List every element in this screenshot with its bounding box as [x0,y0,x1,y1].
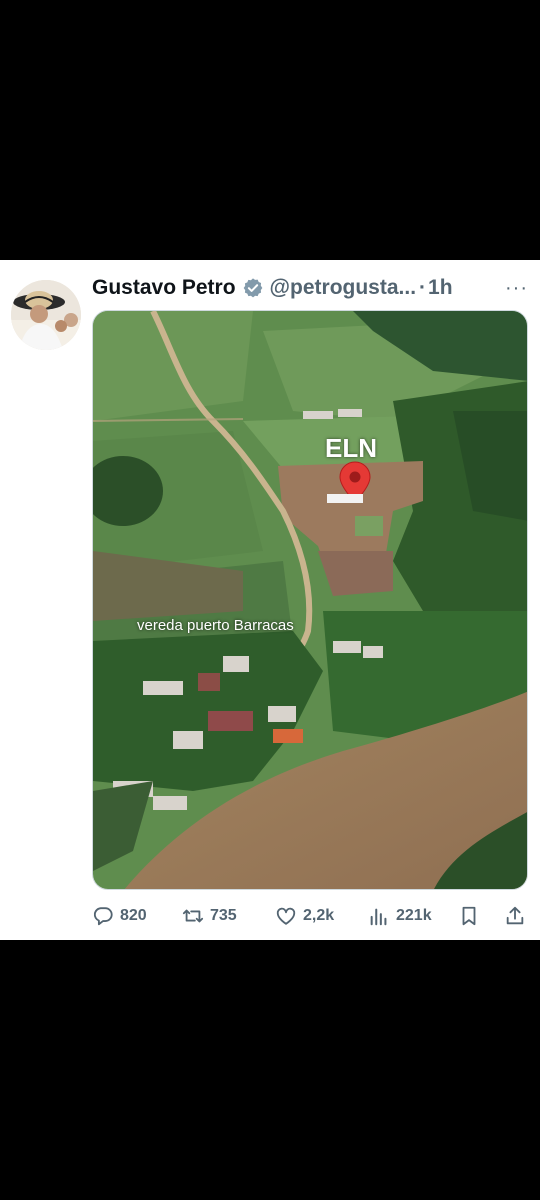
like-count: 2,2k [303,907,335,924]
views-count: 221k [396,907,432,924]
reply-icon [93,907,113,926]
author-handle[interactable]: @petrogusta... [270,276,417,300]
like-icon [276,907,296,925]
share-button[interactable] [504,902,526,930]
like-button[interactable]: 2,2k [275,902,334,930]
tweet-timestamp[interactable]: 1h [428,276,453,300]
reply-button[interactable]: 820 [92,902,147,930]
verified-badge-icon [243,278,262,298]
bookmark-button[interactable] [458,902,480,930]
marked-building [327,494,363,503]
views-icon [370,908,387,926]
avatar[interactable] [11,280,81,350]
author-name[interactable]: Gustavo Petro [92,276,236,300]
retweet-button[interactable]: 735 [182,902,237,930]
avatar-image [11,280,81,350]
retweet-count: 735 [210,907,237,924]
tweet-actions: 820 735 2,2k 221k [92,902,528,930]
tweet-card[interactable]: Gustavo Petro @petrogusta... · 1h ··· EL… [0,260,540,940]
views-button[interactable]: 221k [368,902,432,930]
separator-dot: · [419,276,427,299]
bookmark-icon [462,906,476,926]
retweet-icon [182,909,204,923]
more-options-button[interactable]: ··· [505,277,528,300]
share-icon [506,906,524,925]
reply-count: 820 [120,907,147,924]
map-label-place: vereda puerto Barracas [137,617,294,634]
map-label-eln: ELN [325,433,377,463]
satellite-map [93,311,527,889]
tweet-media-image[interactable]: ELN vereda puerto Barracas [92,310,528,890]
tweet-header: Gustavo Petro @petrogusta... · 1h ··· [92,274,532,302]
